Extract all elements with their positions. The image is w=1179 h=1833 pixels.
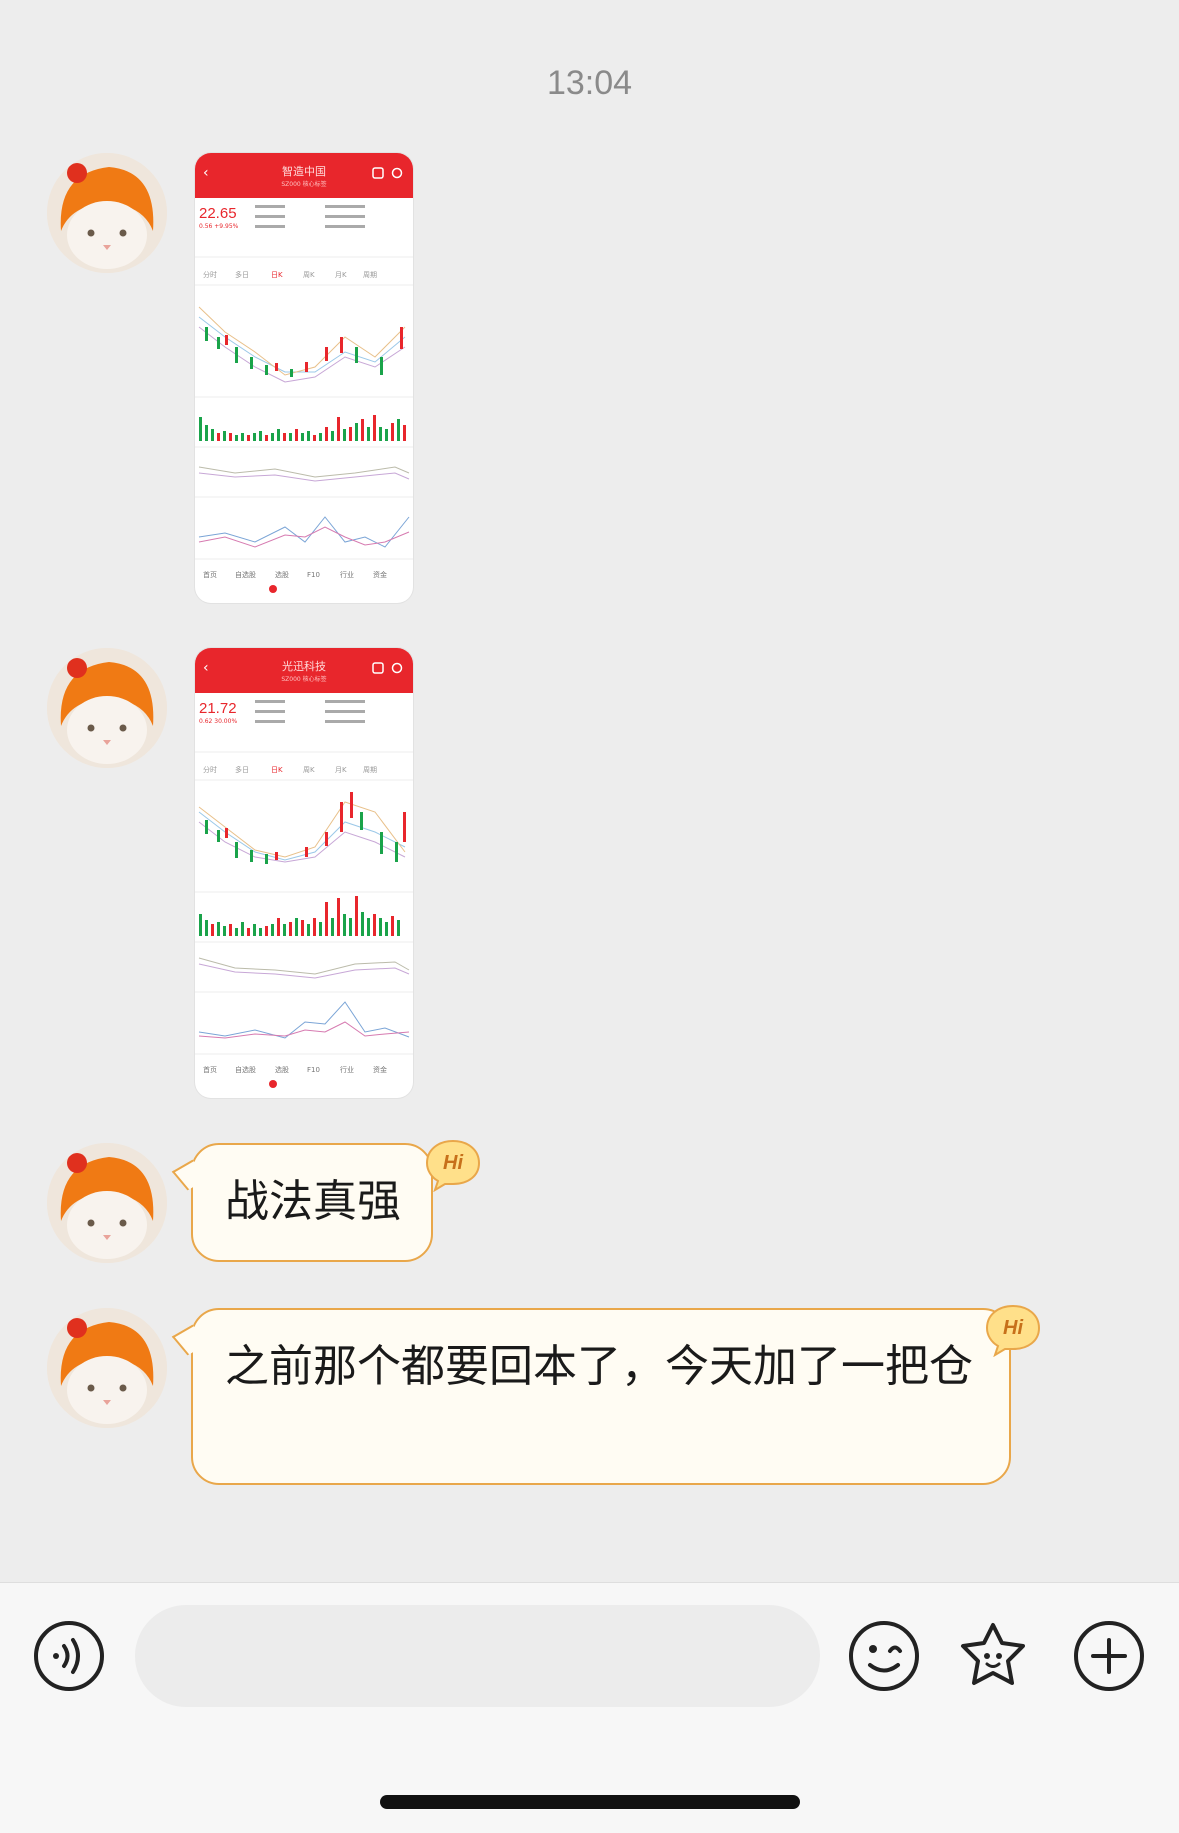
avatar[interactable]: [47, 648, 167, 768]
svg-text:F10: F10: [307, 571, 320, 579]
message-text: 之前那个都要回本了，今天加了一把仓: [225, 1341, 973, 1392]
svg-text:首页: 首页: [203, 570, 217, 579]
stock-subtitle: SZ000 核心标签: [281, 676, 327, 683]
svg-text:日K: 日K: [271, 766, 283, 774]
message-bubble[interactable]: 战法真强: [191, 1143, 433, 1262]
svg-text:自选股: 自选股: [235, 570, 256, 579]
message-input[interactable]: [135, 1605, 820, 1707]
cat-avatar-icon: [47, 1143, 167, 1263]
svg-text:分时: 分时: [203, 270, 217, 279]
emoji-icon: [849, 1621, 919, 1691]
cat-avatar-icon: [47, 153, 167, 273]
avatar[interactable]: [47, 153, 167, 273]
message-bubble[interactable]: 之前那个都要回本了，今天加了一把仓: [191, 1308, 1011, 1485]
search-icon: [372, 167, 403, 179]
search-icon: [372, 662, 403, 674]
stock-chart-image[interactable]: ‹ 智造中国 SZ000 核心标签 22.65 0.56 +9.95% 分时 多日…: [195, 153, 413, 603]
svg-text:资金: 资金: [373, 1065, 387, 1074]
message-text: 战法真强: [225, 1176, 401, 1227]
svg-text:月K: 月K: [335, 271, 347, 279]
svg-text:多日: 多日: [235, 270, 249, 279]
kline-chart-thumbnail: 分时 多日 日K 周K 月K 周期 首页 自选股 选股 F10 行业 资金: [195, 205, 413, 593]
svg-text:行业: 行业: [340, 1065, 354, 1074]
sticker-button[interactable]: [957, 1620, 1029, 1692]
hi-badge-icon: Hi: [983, 1303, 1043, 1357]
stock-subtitle: SZ000 核心标签: [281, 181, 327, 188]
svg-text:分时: 分时: [203, 765, 217, 774]
voice-icon: [34, 1621, 104, 1691]
cat-avatar-icon: [47, 1308, 167, 1428]
add-button[interactable]: [1073, 1620, 1145, 1692]
svg-text:周K: 周K: [303, 766, 315, 774]
svg-text:自选股: 自选股: [235, 1065, 256, 1074]
avatar[interactable]: [47, 1143, 167, 1263]
home-indicator[interactable]: [380, 1795, 800, 1809]
svg-text:F10: F10: [307, 1066, 320, 1074]
sticker-icon: [961, 1623, 1025, 1685]
stock-chart-image[interactable]: ‹ 光迅科技 SZ000 核心标签 21.72 0.62 30.00% 分时 多日…: [195, 648, 413, 1098]
svg-text:行业: 行业: [340, 570, 354, 579]
hi-badge-icon: Hi: [423, 1138, 483, 1192]
emoji-button[interactable]: [848, 1620, 920, 1692]
plus-icon: [1074, 1621, 1144, 1691]
svg-text:Hi: Hi: [1003, 1317, 1023, 1339]
svg-text:资金: 资金: [373, 570, 387, 579]
svg-text:Hi: Hi: [443, 1152, 463, 1174]
svg-text:首页: 首页: [203, 1065, 217, 1074]
kline-chart-thumbnail: 分时 多日 日K 周K 月K 周期 首页 自选股 选股 F10 行业 资金: [195, 700, 413, 1088]
timestamp: 13:04: [546, 64, 633, 102]
cat-avatar-icon: [47, 648, 167, 768]
voice-button[interactable]: [33, 1620, 105, 1692]
svg-text:周K: 周K: [303, 271, 315, 279]
svg-text:选股: 选股: [275, 570, 289, 579]
svg-text:周期: 周期: [363, 271, 377, 279]
input-bar: [0, 1582, 1179, 1833]
svg-text:日K: 日K: [271, 271, 283, 279]
svg-text:周期: 周期: [363, 766, 377, 774]
svg-text:选股: 选股: [275, 1065, 289, 1074]
svg-text:月K: 月K: [335, 766, 347, 774]
avatar[interactable]: [47, 1308, 167, 1428]
svg-text:多日: 多日: [235, 765, 249, 774]
